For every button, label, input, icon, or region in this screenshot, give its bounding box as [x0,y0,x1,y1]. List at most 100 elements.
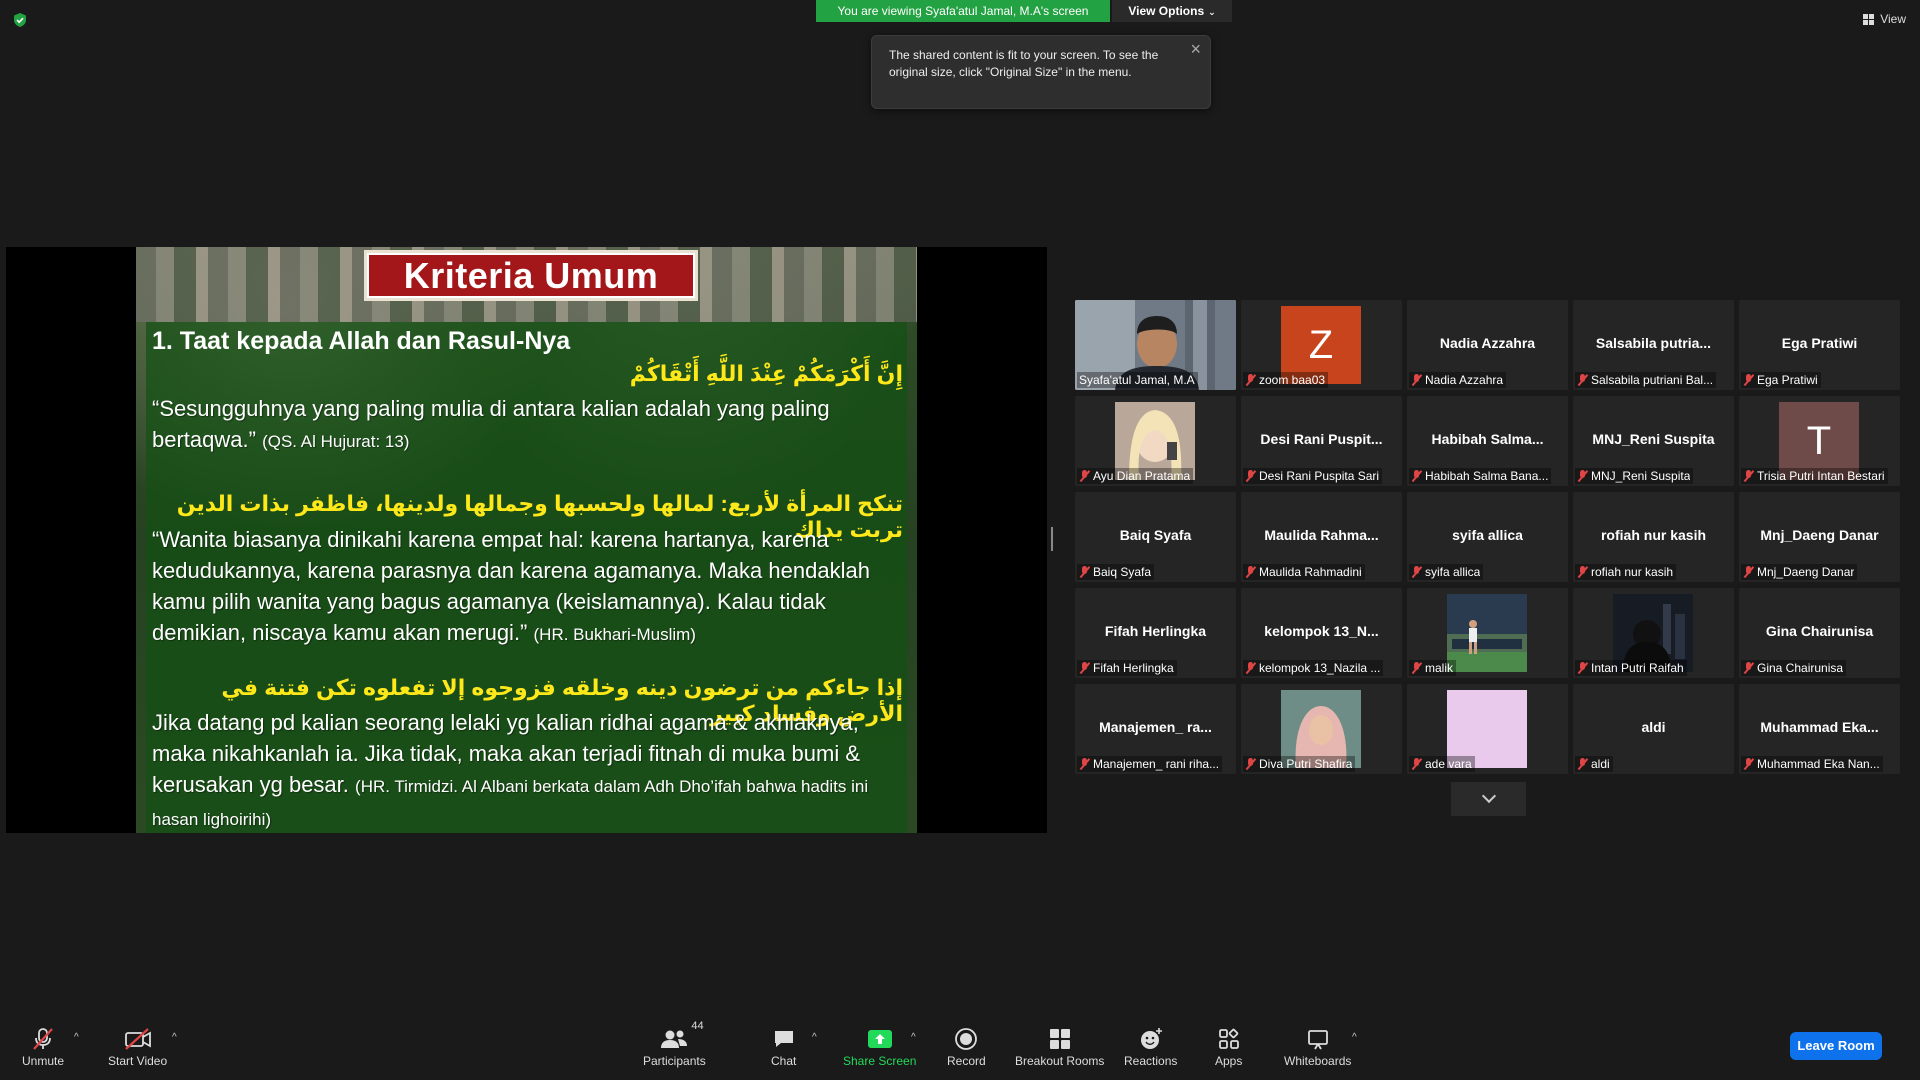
participant-tile[interactable]: Manajemen_ ra... Manajemen_ rani riha... [1075,684,1236,774]
participant-tile[interactable]: Mnj_Daeng Danar Mnj_Daeng Danar [1739,492,1900,582]
participant-display-name: kelompok 13_N... [1264,623,1379,639]
chat-icon [772,1026,796,1052]
participant-tile[interactable]: Gina Chairunisa Gina Chairunisa [1739,588,1900,678]
participant-tile[interactable]: Zzoom baa03 [1241,300,1402,390]
participant-display-name: Gina Chairunisa [1765,623,1874,639]
participants-icon: 44 [659,1020,704,1052]
participant-display-name: Salsabila putria... [1595,335,1712,351]
share-options-caret-icon[interactable]: ^ [911,1032,916,1043]
participant-tile[interactable]: Ega Pratiwi Ega Pratiwi [1739,300,1900,390]
participant-name-label: Syafa'atul Jamal, M.A [1077,372,1198,388]
whiteboard-options-caret-icon[interactable]: ^ [1352,1032,1357,1043]
next-page-button[interactable] [1451,782,1526,816]
participant-name: aldi [1591,757,1610,771]
chat-options-caret-icon[interactable]: ^ [812,1032,817,1043]
participant-tile[interactable]: syifa allica syifa allica [1407,492,1568,582]
participant-name-label: Habibah Salma Bana... [1409,468,1552,484]
participant-tile[interactable]: malik [1407,588,1568,678]
encryption-shield-icon[interactable] [12,12,28,28]
participant-name: Baiq Syafa [1093,565,1152,579]
share-screen-button[interactable]: Share Screen [843,1026,916,1068]
view-options-label: View Options [1128,4,1205,18]
reactions-label: Reactions [1124,1054,1178,1068]
participant-tile[interactable]: aldi aldi [1573,684,1734,774]
participant-name-label: Muhammad Eka Nan... [1741,756,1883,772]
start-video-button[interactable]: Start Video [108,1026,167,1068]
participant-tile[interactable]: Ayu Dian Pratama [1075,396,1236,486]
reactions-button[interactable]: Reactions [1124,1026,1177,1068]
whiteboards-button[interactable]: Whiteboards [1284,1026,1351,1068]
presentation-slide: Kriteria Umum 1. Taat kepada Allah dan R… [136,247,917,833]
participant-name: Maulida Rahmadini [1259,565,1362,579]
participant-name-label: zoom baa03 [1243,372,1329,388]
participant-tile[interactable]: Fifah Herlingka Fifah Herlingka [1075,588,1236,678]
view-button[interactable]: View [1863,12,1906,26]
paragraph-2-text: “Wanita biasanya dinikahi karena empat h… [152,527,870,645]
apps-label: Apps [1215,1054,1243,1068]
muted-mic-icon [1245,470,1256,482]
apps-button[interactable]: Apps [1215,1026,1242,1068]
participant-name: Ayu Dian Pratama [1093,469,1191,483]
chat-button[interactable]: Chat [771,1026,796,1068]
muted-mic-icon [1577,758,1588,770]
record-button[interactable]: Record [947,1026,986,1068]
participant-tile[interactable]: Syafa'atul Jamal, M.A [1075,300,1236,390]
start-video-label: Start Video [108,1054,168,1068]
splitter-handle[interactable] [1051,527,1053,551]
participant-tile[interactable]: kelompok 13_N... kelompok 13_Nazila ... [1241,588,1402,678]
view-options-button[interactable]: View Options ⌄ [1112,0,1232,22]
participant-name: MNJ_Reni Suspita [1591,469,1691,483]
participant-name: Manajemen_ rani riha... [1093,757,1220,771]
participant-tile[interactable]: Muhammad Eka... Muhammad Eka Nan... [1739,684,1900,774]
participant-tile[interactable]: Salsabila putria... Salsabila putriani Ba… [1573,300,1734,390]
participant-display-name: rofiah nur kasih [1600,527,1707,543]
participant-name-label: Mnj_Daeng Danar [1741,564,1858,580]
apps-icon [1217,1026,1241,1052]
participant-tile[interactable]: Baiq Syafa Baiq Syafa [1075,492,1236,582]
participant-tile[interactable]: MNJ_Reni Suspita MNJ_Reni Suspita [1573,396,1734,486]
viewing-screen-banner: You are viewing Syafa'atul Jamal, M.A's … [816,0,1110,22]
audio-options-caret-icon[interactable]: ^ [74,1032,79,1043]
muted-mic-icon [30,1026,56,1052]
muted-mic-icon [1079,758,1090,770]
participant-name-label: Salsabila putriani Bal... [1575,372,1717,388]
participant-name: malik [1425,661,1454,675]
participant-name: Gina Chairunisa [1757,661,1844,675]
participant-name-label: Intan Putri Raifah [1575,660,1687,676]
chevron-down-icon [1481,788,1496,804]
muted-mic-icon [1743,758,1754,770]
participant-name-label: malik [1409,660,1457,676]
slide-paragraph-2: “Wanita biasanya dinikahi karena empat h… [152,524,897,650]
participant-tile[interactable]: Intan Putri Raifah [1573,588,1734,678]
unmute-button[interactable]: Unmute [22,1026,64,1068]
meeting-toolbar: Unmute ^ Start Video ^ 44 Participants C… [0,1018,1920,1080]
share-screen-label: Share Screen [843,1054,917,1068]
participant-tile[interactable]: ade vara [1407,684,1568,774]
participant-tile[interactable]: Desi Rani Puspit... Desi Rani Puspita Sar… [1241,396,1402,486]
participants-button[interactable]: 44 Participants [643,1020,706,1068]
muted-mic-icon [1743,374,1754,386]
participant-display-name: Mnj_Daeng Danar [1760,527,1879,543]
participant-display-name: Manajemen_ ra... [1099,719,1212,735]
participant-tile[interactable]: Maulida Rahma... Maulida Rahmadini [1241,492,1402,582]
paragraph-2-reference: (HR. Bukhari-Muslim) [533,625,696,644]
participant-tile[interactable]: rofiah nur kasih rofiah nur kasih [1573,492,1734,582]
muted-mic-icon [1411,566,1422,578]
share-screen-icon [867,1026,893,1052]
participant-display-name: Muhammad Eka... [1760,719,1879,735]
participant-name: rofiah nur kasih [1591,565,1674,579]
participant-tile[interactable]: T Trisia Putri Intan Bestari [1739,396,1900,486]
participant-tile[interactable]: Habibah Salma... Habibah Salma Bana... [1407,396,1568,486]
participant-tile[interactable]: Nadia Azzahra Nadia Azzahra [1407,300,1568,390]
leave-room-button[interactable]: Leave Room [1790,1032,1882,1060]
shared-screen: Kriteria Umum 1. Taat kepada Allah dan R… [6,247,1047,833]
record-label: Record [947,1054,986,1068]
muted-mic-icon [1577,566,1588,578]
participant-tile[interactable]: Diva Putri Shafira [1241,684,1402,774]
video-options-caret-icon[interactable]: ^ [172,1032,177,1043]
close-icon[interactable]: × [1190,40,1201,58]
participant-display-name: Nadia Azzahra [1439,335,1536,351]
participant-name-label: kelompok 13_Nazila ... [1243,660,1384,676]
breakout-rooms-button[interactable]: Breakout Rooms [1015,1026,1104,1068]
muted-mic-icon [1743,566,1754,578]
